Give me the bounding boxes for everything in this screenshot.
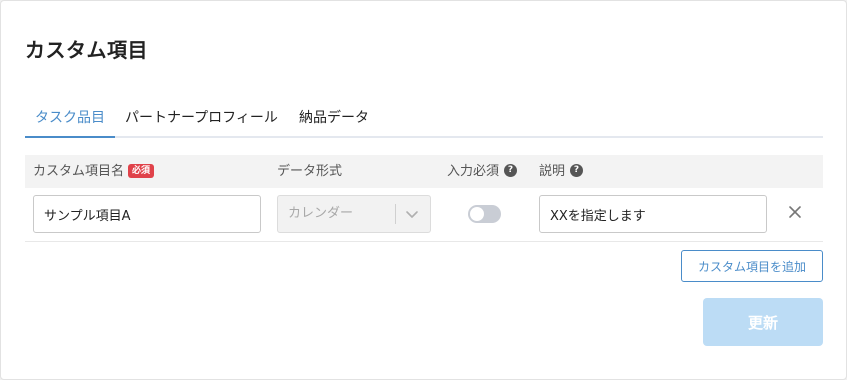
header-required: 入力必須? [447,155,518,188]
toggle-knob [470,207,484,221]
tab-task-items[interactable]: タスク品目 [25,105,115,138]
field-name-input[interactable] [33,195,261,233]
custom-fields-panel: カスタム項目 タスク品目 パートナープロフィール 納品データ カスタム項目名 必須… [0,0,847,380]
tab-delivery-data[interactable]: 納品データ [299,105,369,138]
header-field-name-label: カスタム項目名 [33,164,125,179]
data-type-value: カレンダー [288,206,354,221]
close-icon[interactable] [785,202,805,222]
help-icon[interactable]: ? [570,164,584,177]
data-type-select[interactable]: カレンダー [277,195,431,233]
required-toggle[interactable] [468,205,501,223]
page-title: カスタム項目 [25,38,148,62]
update-button[interactable]: 更新 [703,298,823,346]
header-description-label: 説明 [539,164,566,179]
select-divider [395,204,396,224]
table-row: カレンダー [25,188,823,242]
table-header: カスタム項目名 必須 データ形式 入力必須? 説明? [25,155,823,188]
help-icon[interactable]: ? [504,164,518,177]
header-description: 説明? [539,155,584,188]
header-data-type: データ形式 [277,164,343,179]
tab-partner-profile[interactable]: パートナープロフィール [125,105,278,138]
required-badge: 必須 [128,163,155,178]
header-required-label: 入力必須 [447,164,500,179]
chevron-down-icon [406,211,418,218]
add-custom-field-button[interactable]: カスタム項目を追加 [681,250,823,282]
tab-bar: タスク品目 パートナープロフィール 納品データ [25,105,823,138]
description-input[interactable] [539,195,767,233]
header-field-name: カスタム項目名 必須 [33,155,155,188]
